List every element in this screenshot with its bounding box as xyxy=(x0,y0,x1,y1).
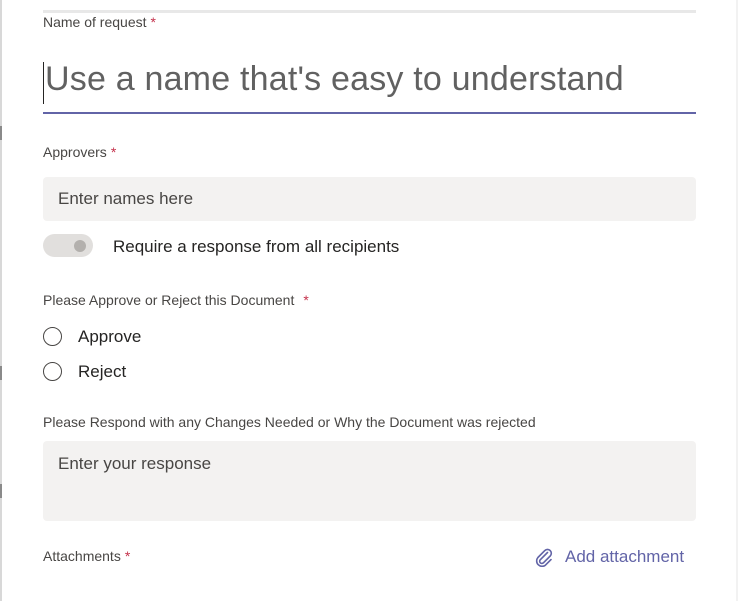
approvers-label-text: Approvers xyxy=(43,144,107,160)
name-of-request-label: Name of request * xyxy=(43,14,156,30)
edge-mark xyxy=(0,126,2,140)
edge-mark xyxy=(0,366,2,380)
attachments-label-text: Attachments xyxy=(43,548,121,564)
approve-radio[interactable] xyxy=(43,327,62,346)
approvers-label: Approvers * xyxy=(43,144,116,160)
reject-radio[interactable] xyxy=(43,362,62,381)
approvers-placeholder: Enter names here xyxy=(58,189,194,208)
decision-label-text: Please Approve or Reject this Document xyxy=(43,292,295,308)
add-attachment-label: Add attachment xyxy=(565,547,685,566)
require-all-label: Require a response from all recipients xyxy=(113,237,400,256)
request-name-placeholder: Use a name that's easy to understand xyxy=(45,60,624,98)
response-label: Please Respond with any Changes Needed o… xyxy=(43,414,536,430)
response-textarea[interactable]: Enter your response xyxy=(43,441,696,521)
response-placeholder: Enter your response xyxy=(58,454,212,473)
required-marker: * xyxy=(150,14,156,30)
decision-label: Please Approve or Reject this Document * xyxy=(43,292,309,308)
required-marker: * xyxy=(110,144,117,160)
response-label-text: Please Respond with any Changes Needed o… xyxy=(43,414,536,430)
edge-mark xyxy=(0,484,2,498)
reject-option-label[interactable]: Reject xyxy=(78,362,126,382)
add-attachment-button[interactable]: Add attachment xyxy=(535,545,684,569)
paperclip-icon xyxy=(535,548,553,567)
required-marker: * xyxy=(124,548,131,564)
header-divider xyxy=(43,10,696,13)
toggle-knob xyxy=(74,240,86,252)
approve-option-label[interactable]: Approve xyxy=(78,327,141,347)
required-marker: * xyxy=(303,292,309,308)
attachments-label: Attachments * xyxy=(43,548,130,564)
approvers-input[interactable]: Enter names here xyxy=(43,177,696,221)
require-all-toggle[interactable] xyxy=(43,234,93,257)
left-window-edge xyxy=(0,0,2,601)
text-caret xyxy=(43,62,44,104)
name-label-text: Name of request xyxy=(43,14,147,30)
request-name-input[interactable]: Use a name that's easy to understand xyxy=(43,56,696,114)
